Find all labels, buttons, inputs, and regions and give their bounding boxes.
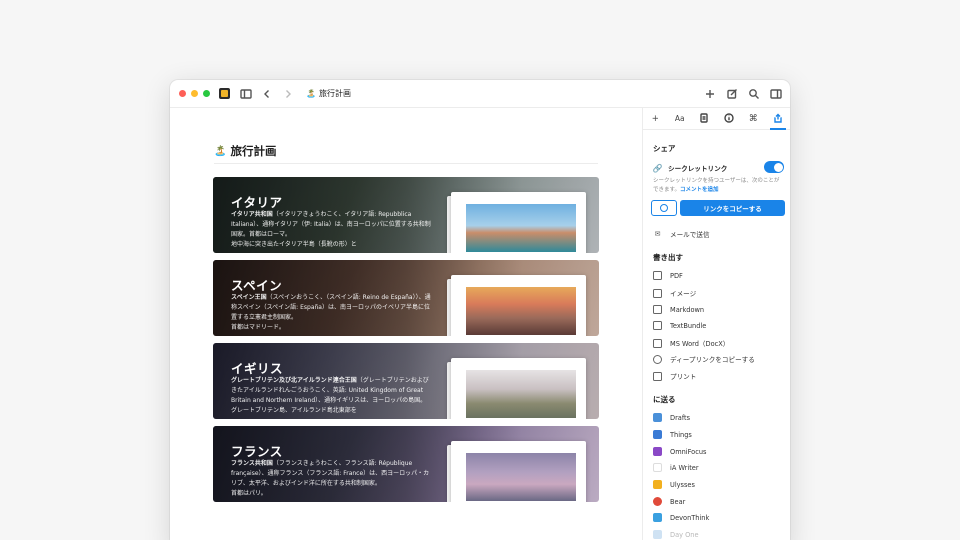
bear-app-icon	[653, 497, 662, 506]
share-section-title: シェア	[653, 144, 676, 153]
card-uk[interactable]: イギリス グレートブリテン及び北アイルランド連合王国（グレートブリテンおよびきた…	[213, 343, 599, 419]
secret-link-description: シークレットリンクを持つユーザーは、次のことができます。コメントを追加	[653, 178, 780, 193]
tab-format[interactable]: Aa	[671, 114, 689, 123]
card-france[interactable]: フランス フランス共和国（フランスきょうわこく、フランス語: Républiqu…	[213, 426, 599, 502]
document-title: 🏝️ 旅行計画	[306, 88, 351, 99]
deeplink-icon	[653, 354, 662, 364]
tab-document[interactable]	[695, 113, 713, 124]
drafts-app-icon	[653, 413, 662, 422]
divider	[214, 163, 598, 164]
forward-arrow-icon[interactable]	[280, 86, 296, 102]
add-comment-link[interactable]: コメントを追加	[680, 187, 719, 193]
page-title: 🏝️ 旅行計画	[214, 143, 276, 159]
card-description: フランス共和国（フランスきょうわこく、フランス語: République fra…	[231, 460, 430, 497]
email-send-item[interactable]: ✉ メールで送信	[653, 229, 710, 239]
document-title-text: 旅行計画	[318, 89, 351, 98]
send-things[interactable]: Things	[653, 430, 692, 439]
markdown-file-icon	[653, 305, 662, 314]
card-description: スペイン王国（スペインおうこく、（スペイン語: Reino de España）…	[231, 294, 431, 331]
circle-arrow-icon	[660, 204, 668, 212]
card-title: イギリス	[231, 361, 284, 376]
app-window: 🏝️ 旅行計画 🏝️ 旅行計画 イタリア イタリア共和国（イタリアきょうわこく、…	[170, 80, 790, 540]
tab-info[interactable]	[720, 113, 738, 124]
card-thumbnail	[447, 441, 586, 502]
thumbnail-image	[466, 287, 576, 335]
export-markdown[interactable]: Markdown	[653, 305, 704, 314]
sidebar-toggle-icon[interactable]	[238, 86, 254, 102]
card-title: スペイン	[231, 278, 283, 293]
send-day-one[interactable]: Day One	[653, 530, 699, 539]
info-icon	[724, 113, 734, 123]
image-icon	[653, 288, 662, 298]
send-omnifocus[interactable]: OmniFocus	[653, 447, 706, 456]
word-file-icon	[653, 338, 662, 348]
devonthink-app-icon	[653, 513, 662, 522]
ulysses-app-icon	[653, 480, 662, 489]
share-sidebar: + Aa ⌘ シェア 🔗 シークレットリンク シークレットリンクを持つユーザーは…	[642, 108, 790, 540]
things-app-icon	[653, 430, 662, 439]
compose-icon[interactable]	[724, 86, 740, 102]
thumbnail-image	[466, 370, 576, 418]
share-buttons: リンクをコピーする	[651, 200, 785, 216]
export-section-title: 書き出す	[653, 253, 683, 262]
card-thumbnail	[447, 192, 586, 253]
zoom-window-button[interactable]	[203, 90, 210, 97]
secret-link-label: シークレットリンク	[668, 165, 728, 173]
thumbnail-image	[466, 453, 576, 501]
link-icon: 🔗	[652, 163, 663, 173]
page-title-text: 旅行計画	[230, 144, 277, 158]
send-ulysses[interactable]: Ulysses	[653, 480, 695, 489]
share-icon	[774, 113, 782, 123]
sidebar-tabs: + Aa ⌘	[643, 108, 790, 130]
card-description: イタリア共和国（イタリアきょうわこく、イタリア語: Repubblica Ita…	[231, 211, 431, 248]
export-image[interactable]: イメージ	[653, 288, 696, 298]
card-list: イタリア イタリア共和国（イタリアきょうわこく、イタリア語: Repubblic…	[213, 177, 599, 509]
send-bear[interactable]: Bear	[653, 497, 685, 506]
document-content: 🏝️ 旅行計画 イタリア イタリア共和国（イタリアきょうわこく、イタリア語: R…	[170, 108, 642, 540]
send-section-title: に送る	[653, 395, 676, 404]
secret-link-toggle[interactable]	[764, 161, 784, 173]
export-pdf[interactable]: PDF	[653, 271, 683, 280]
minimize-window-button[interactable]	[191, 90, 198, 97]
card-thumbnail	[447, 275, 586, 336]
link-preview-button[interactable]	[651, 200, 677, 216]
send-devonthink[interactable]: DevonThink	[653, 513, 709, 522]
new-plus-icon[interactable]	[702, 86, 718, 102]
print-item[interactable]: プリント	[653, 371, 696, 381]
title-bar: 🏝️ 旅行計画	[170, 80, 790, 108]
card-title: フランス	[231, 444, 283, 459]
card-italy[interactable]: イタリア イタリア共和国（イタリアきょうわこく、イタリア語: Repubblic…	[213, 177, 599, 253]
tab-insert[interactable]: +	[646, 114, 664, 124]
day-one-app-icon	[653, 530, 662, 539]
send-drafts[interactable]: Drafts	[653, 413, 690, 422]
right-panel-toggle-icon[interactable]	[768, 86, 784, 102]
tab-share[interactable]	[769, 113, 787, 129]
close-window-button[interactable]	[179, 90, 186, 97]
window-controls	[179, 90, 210, 97]
printer-icon	[653, 371, 662, 381]
palm-tree-icon: 🏝️	[214, 145, 227, 157]
tab-shortcuts[interactable]: ⌘	[744, 114, 762, 124]
textbundle-icon	[653, 321, 662, 330]
export-textbundle[interactable]: TextBundle	[653, 321, 706, 330]
app-logo-icon	[219, 88, 230, 99]
card-description: グレートブリテン及び北アイルランド連合王国（グレートブリテンおよびきたアイルラン…	[231, 377, 429, 414]
mail-icon: ✉	[654, 230, 661, 238]
back-arrow-icon[interactable]	[259, 86, 275, 102]
thumbnail-image	[466, 204, 576, 252]
palm-tree-icon: 🏝️	[306, 89, 316, 98]
card-thumbnail	[447, 358, 586, 419]
send-ia-writer[interactable]: iA Writer	[653, 463, 699, 472]
card-spain[interactable]: スペイン スペイン王国（スペインおうこく、（スペイン語: Reino de Es…	[213, 260, 599, 336]
copy-link-button[interactable]: リンクをコピーする	[680, 200, 785, 216]
card-title: イタリア	[231, 195, 283, 210]
export-docx[interactable]: MS Word（DocX）	[653, 338, 729, 348]
copy-deeplink[interactable]: ディープリンクをコピーする	[653, 354, 755, 364]
document-icon	[700, 113, 708, 123]
search-icon[interactable]	[746, 86, 762, 102]
ia-writer-app-icon	[653, 463, 662, 472]
pdf-file-icon	[653, 271, 662, 280]
omnifocus-app-icon	[653, 447, 662, 456]
